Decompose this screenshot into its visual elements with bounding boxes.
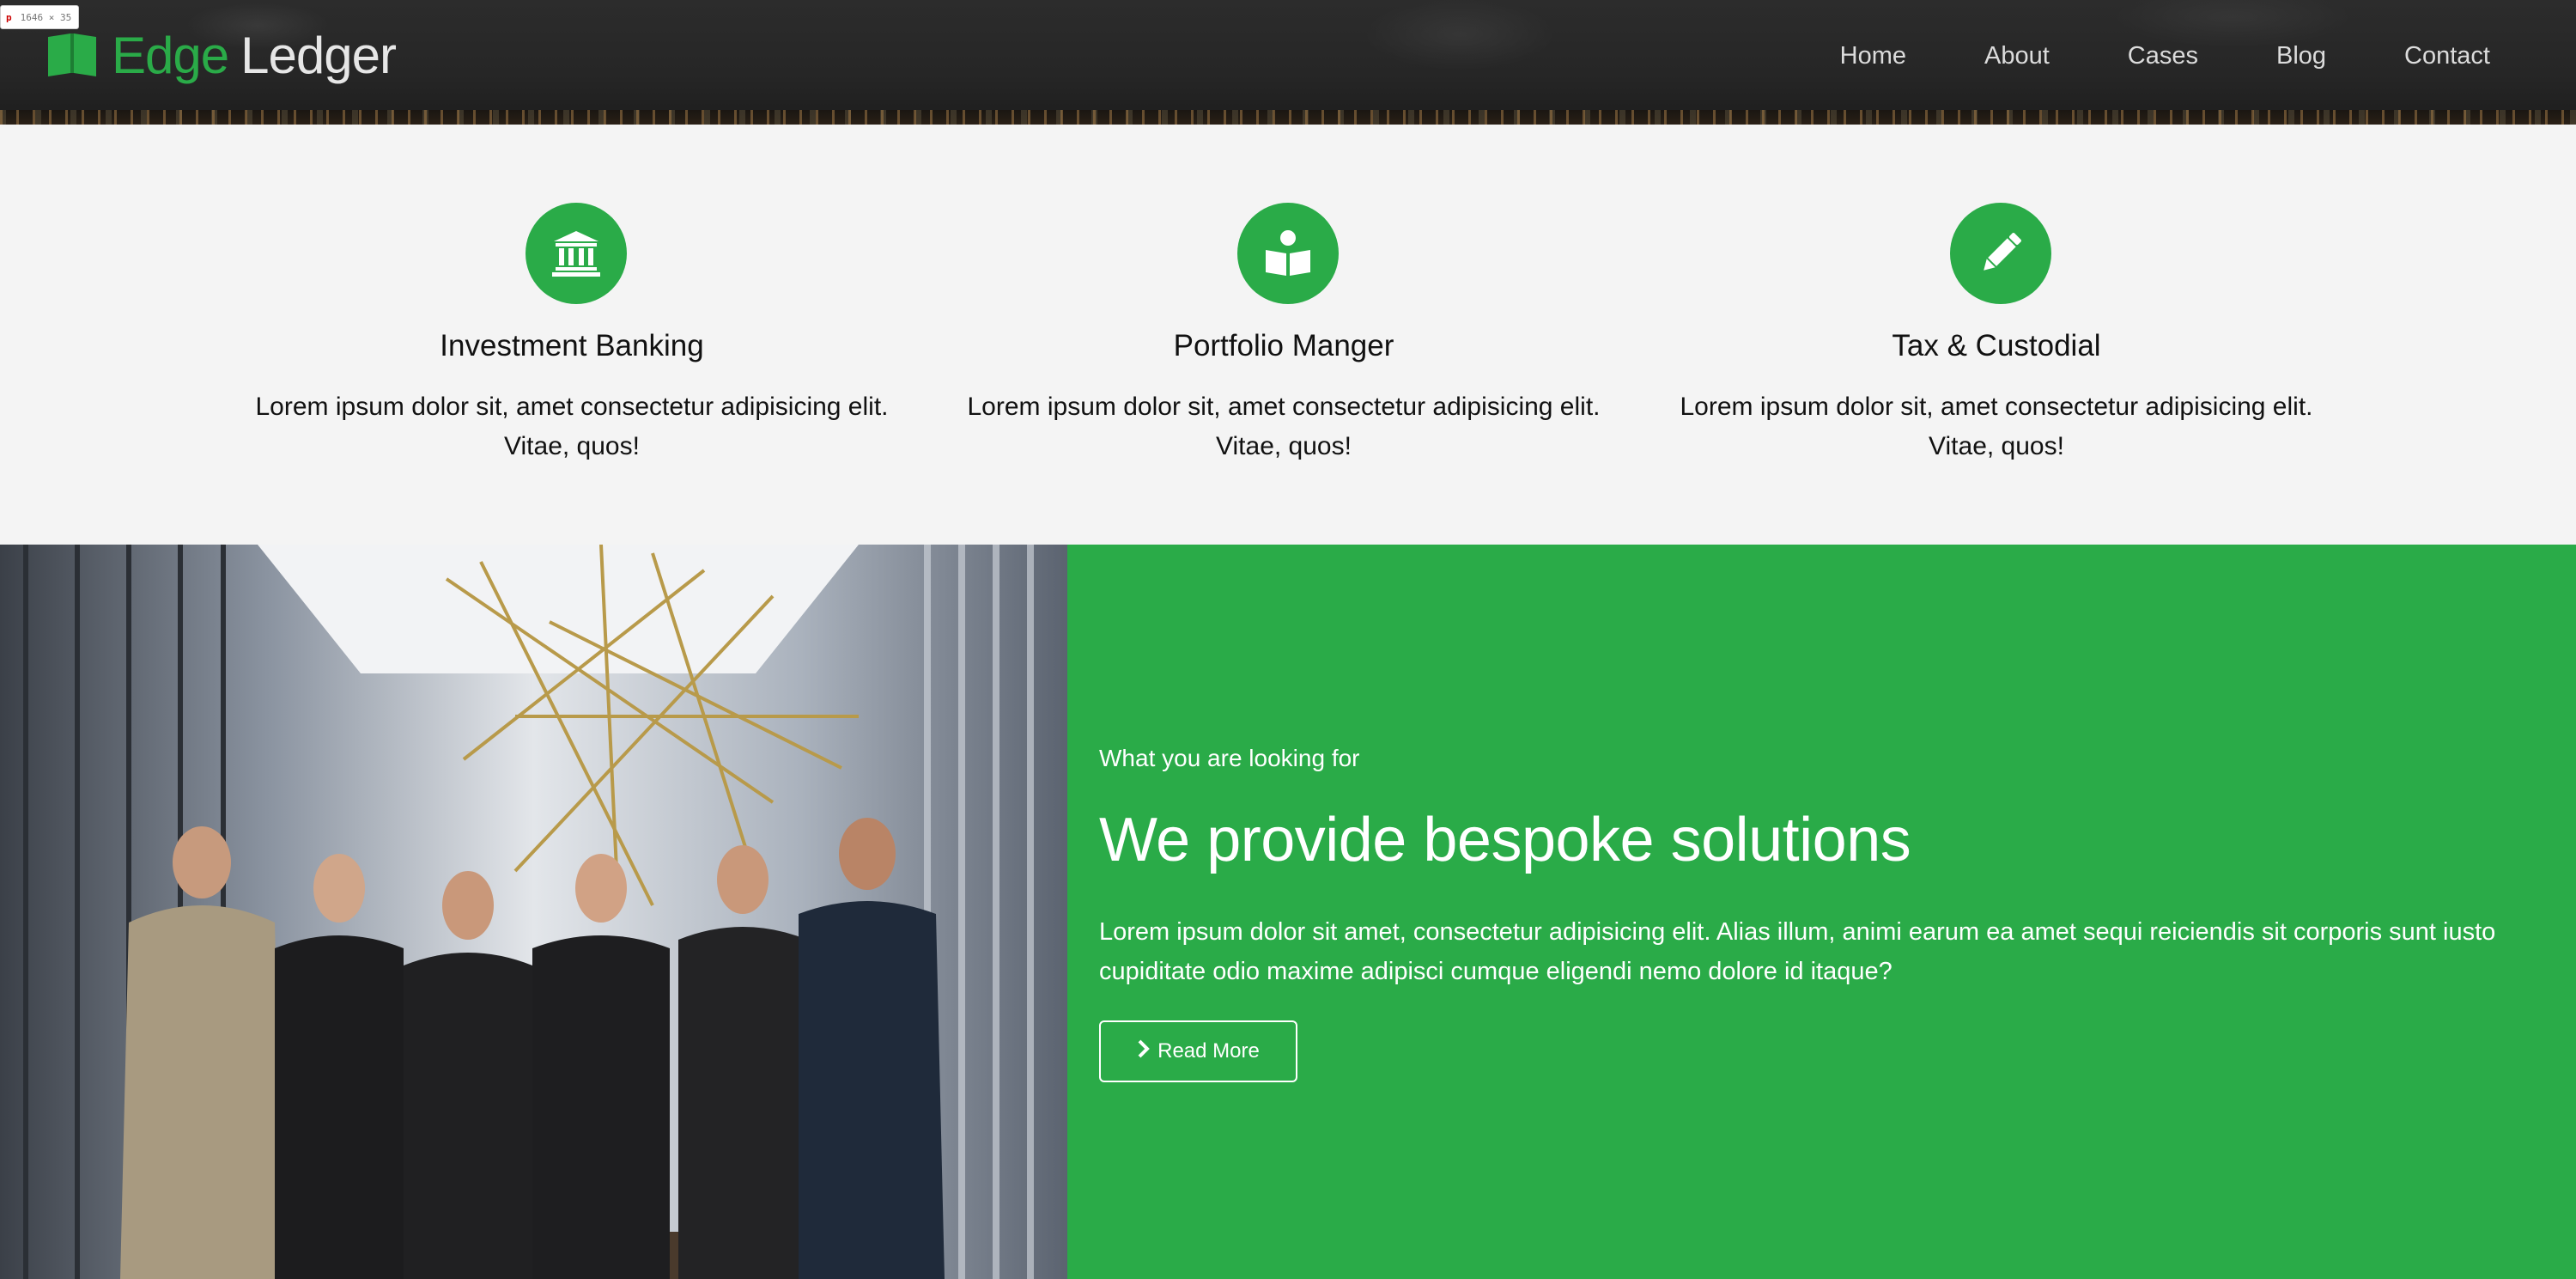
nav-contact[interactable]: Contact (2404, 42, 2490, 70)
header-background-strip (0, 110, 2576, 125)
dev-tooltip: p 1646 × 35 (0, 5, 79, 29)
read-more-button[interactable]: Read More (1099, 1020, 1297, 1082)
reader-icon (1237, 203, 1339, 304)
chevron-right-icon (1137, 1039, 1151, 1064)
nav-blog[interactable]: Blog (2276, 42, 2326, 70)
feature-panel: What you are looking for We provide besp… (1067, 545, 2576, 1279)
main-nav: Home About Cases Blog Contact (1762, 0, 2576, 112)
brand-logo[interactable]: Edge Ledger (45, 26, 397, 86)
service-title: Portfolio Manger (1173, 329, 1394, 362)
dev-tooltip-size: 1646 × 35 (20, 11, 72, 23)
service-text: Lorem ipsum dolor sit, amet consectetur … (1680, 393, 2313, 460)
team-photo (0, 545, 1067, 1279)
service-text: Lorem ipsum dolor sit, amet consectetur … (255, 393, 889, 460)
nav-about[interactable]: About (1984, 42, 2050, 70)
feature-heading: We provide bespoke solutions (1099, 806, 1911, 874)
dev-tooltip-tag: p (6, 11, 12, 23)
service-title: Investment Banking (440, 329, 704, 362)
nav-cases[interactable]: Cases (2128, 42, 2198, 70)
open-book-icon (45, 30, 100, 82)
pencil-icon (1950, 203, 2051, 304)
read-more-label: Read More (1157, 1039, 1260, 1063)
nav-home[interactable]: Home (1840, 42, 1906, 70)
site-header: Edge Ledger Home About Cases Blog Contac… (0, 0, 2576, 125)
brand-word-ledger: Ledger (240, 27, 397, 84)
service-title: Tax & Custodial (1892, 329, 2101, 362)
feature-body: Lorem ipsum dolor sit amet, consectetur … (1099, 918, 2496, 985)
bank-icon (526, 203, 627, 304)
feature-kicker: What you are looking for (1099, 745, 1360, 771)
service-text: Lorem ipsum dolor sit, amet consectetur … (967, 393, 1601, 460)
brand-word-edge: Edge (112, 27, 229, 84)
services-section: Investment Banking Lorem ipsum dolor sit… (0, 125, 2576, 545)
